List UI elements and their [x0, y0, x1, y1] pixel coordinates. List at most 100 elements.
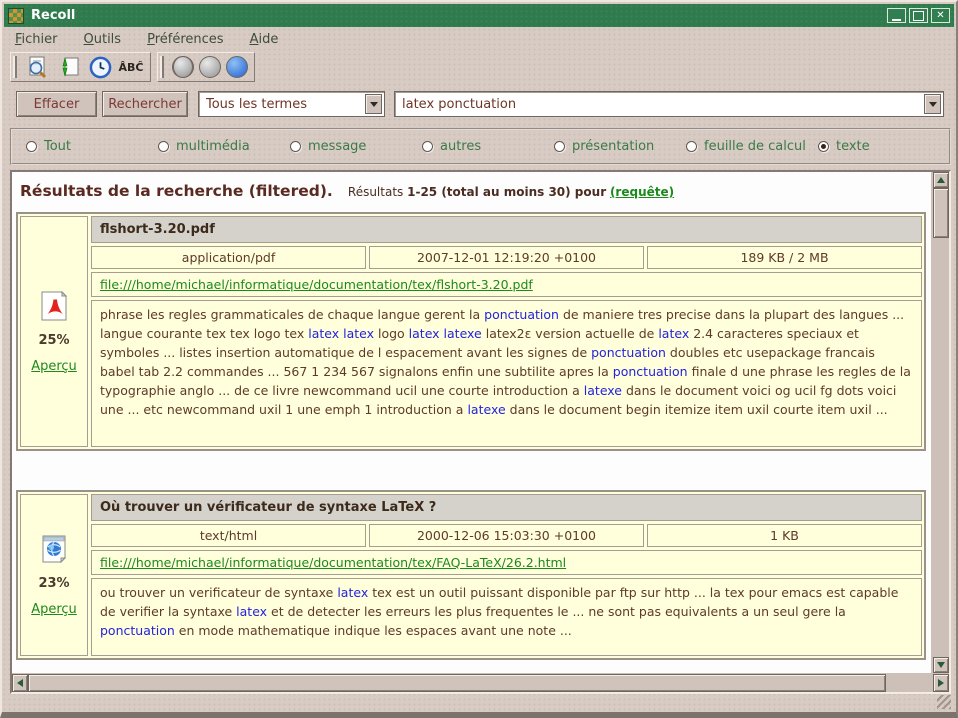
minimize-button[interactable] [887, 8, 906, 23]
history-clock-icon [89, 56, 112, 79]
toolbar-handle[interactable] [160, 56, 164, 78]
minimize-icon [888, 9, 905, 22]
menu-fichier[interactable]: Fichier [15, 32, 58, 47]
scrollbar-track[interactable] [886, 674, 933, 692]
filter-label: présentation [572, 139, 654, 154]
result-date: 2007-12-01 12:19:20 +0100 [369, 246, 644, 269]
result-title: Où trouver un vérificateur de syntaxe La… [91, 494, 922, 521]
result-size: 1 KB [647, 524, 922, 547]
filter-radio-autres[interactable]: autres [422, 139, 554, 154]
results-range-prefix: Résultats [348, 185, 403, 199]
update-index-button[interactable] [56, 54, 82, 80]
filter-label: feuille de calcul [704, 139, 806, 154]
filter-radio-multimedia[interactable]: multimédia [158, 139, 290, 154]
filter-label: multimédia [176, 139, 250, 154]
result-mime: application/pdf [91, 246, 366, 269]
nav-previous-page-icon[interactable] [199, 56, 221, 78]
nav-first-page-icon[interactable] [172, 56, 194, 78]
toolbar-handle[interactable] [13, 56, 17, 78]
menu-preferences[interactable]: Préférences [147, 32, 223, 47]
preview-link[interactable]: Aperçu [31, 359, 77, 374]
result-url-link[interactable]: file:///home/michael/informatique/docume… [100, 555, 566, 570]
result-snippet: phrase les regles grammaticales de chaqu… [91, 300, 922, 447]
menu-outils[interactable]: Outils [84, 32, 122, 47]
query-link[interactable]: (requête) [610, 185, 674, 199]
search-query-value: latex ponctuation [395, 97, 924, 112]
close-button[interactable] [931, 8, 950, 23]
update-index-icon [57, 55, 81, 79]
toolbar-group-tools: ÂBĈ [10, 52, 151, 82]
menu-aide[interactable]: Aide [250, 32, 279, 47]
search-mode-value: Tous les termes [199, 97, 365, 112]
filter-label: message [308, 139, 366, 154]
title-bar: Recoll [4, 4, 954, 27]
category-filter-bar: Tout multimédia message autres présentation f… [10, 128, 951, 165]
maximize-icon [910, 9, 927, 22]
close-icon [932, 9, 949, 22]
result-url-row: file:///home/michael/informatique/docume… [91, 272, 922, 297]
status-bar [2, 692, 956, 712]
results-list: Résultats de la recherche (filtered). Ré… [12, 172, 931, 673]
scroll-down-button[interactable] [933, 657, 949, 673]
relevance-percent: 23% [38, 576, 69, 591]
radio-icon[interactable] [290, 141, 301, 152]
horizontal-scrollbar-thumb[interactable] [28, 674, 886, 692]
vertical-scrollbar-thumb[interactable] [933, 188, 949, 238]
vertical-scrollbar[interactable] [933, 172, 949, 673]
document-preview-button[interactable] [25, 54, 51, 80]
term-explorer-icon: ÂBĈ [119, 61, 144, 74]
scroll-left-button[interactable] [12, 674, 28, 692]
recoll-window: Recoll Fichier Outils Préférences Aide [0, 0, 958, 718]
filter-radio-tout[interactable]: Tout [26, 139, 158, 154]
result-meta-row: application/pdf 2007-12-01 12:19:20 +010… [91, 246, 922, 269]
filter-label: texte [836, 139, 870, 154]
triangle-right-icon [938, 679, 944, 687]
toolbar: ÂBĈ [10, 52, 255, 82]
results-title: Résultats de la recherche (filtered). [20, 182, 333, 200]
filter-radio-presentation[interactable]: présentation [554, 139, 686, 154]
triangle-up-icon [937, 177, 945, 183]
search-button[interactable]: Rechercher [102, 91, 188, 117]
result-date: 2000-12-06 15:03:30 +0100 [369, 524, 644, 547]
radio-icon[interactable] [422, 141, 433, 152]
chevron-down-icon[interactable] [924, 94, 941, 114]
radio-icon[interactable] [26, 141, 37, 152]
relevance-percent: 25% [38, 333, 69, 348]
window-title: Recoll [31, 8, 75, 23]
term-explorer-button[interactable]: ÂBĈ [118, 54, 144, 80]
resize-grip[interactable] [937, 695, 951, 709]
nav-next-page-icon[interactable] [226, 56, 248, 78]
chevron-down-icon[interactable] [365, 94, 382, 114]
horizontal-scrollbar[interactable] [12, 674, 949, 692]
scroll-right-button[interactable] [933, 674, 949, 692]
filter-radio-message[interactable]: message [290, 139, 422, 154]
menu-bar: Fichier Outils Préférences Aide [5, 29, 953, 50]
document-preview-icon [26, 55, 50, 79]
toolbar-group-nav [157, 52, 255, 82]
triangle-left-icon [17, 679, 23, 687]
preview-link[interactable]: Aperçu [31, 602, 77, 617]
recoll-logo-icon [8, 8, 24, 24]
radio-selected-icon[interactable] [818, 141, 829, 152]
triangle-down-icon [937, 662, 945, 668]
filter-radio-texte[interactable]: texte [818, 139, 870, 154]
result-url-row: file:///home/michael/informatique/docume… [91, 550, 922, 575]
search-query-input[interactable]: latex ponctuation [394, 91, 944, 117]
radio-icon[interactable] [554, 141, 565, 152]
history-button[interactable] [87, 54, 113, 80]
results-range: 1-25 (total au moins 30) pour [407, 185, 606, 199]
maximize-button[interactable] [909, 8, 928, 23]
filter-radio-feuilledecalcul[interactable]: feuille de calcul [686, 139, 818, 154]
scroll-up-button[interactable] [933, 172, 949, 188]
search-mode-select[interactable]: Tous les termes [198, 91, 385, 117]
clear-button[interactable]: Effacer [16, 91, 97, 117]
result-entry: 25% Aperçu flshort-3.20.pdf application/… [16, 212, 926, 451]
radio-icon[interactable] [686, 141, 697, 152]
pdf-document-icon [38, 290, 70, 322]
results-header: Résultats de la recherche (filtered). Ré… [12, 172, 931, 200]
results-frame: Résultats de la recherche (filtered). Ré… [10, 170, 951, 694]
filter-label: autres [440, 139, 481, 154]
result-url-link[interactable]: file:///home/michael/informatique/docume… [100, 277, 533, 292]
result-size: 189 KB / 2 MB [647, 246, 922, 269]
radio-icon[interactable] [158, 141, 169, 152]
